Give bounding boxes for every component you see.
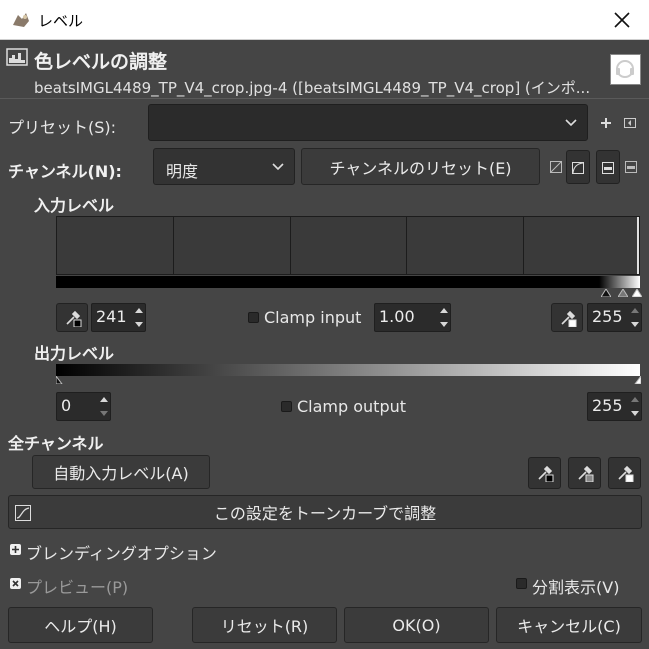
decrement-icon[interactable] [631,410,639,416]
clamp-input-checkbox[interactable] [248,312,259,323]
input-high-handle[interactable] [632,289,642,297]
eyedropper-gray-icon [576,464,594,482]
input-histogram [56,216,640,275]
header-separator [0,98,649,99]
clamp-output-checkbox[interactable] [281,401,292,412]
decrement-icon[interactable] [135,321,143,327]
image-thumbnail [610,54,641,85]
presets-label: プリセット(S): [8,118,117,137]
increment-icon[interactable] [440,308,448,314]
all-channels-heading: 全チャンネル [8,434,104,453]
input-low-value: 241 [96,307,127,326]
pick-black-all-button[interactable] [528,457,561,489]
histogram-alt-view-icon[interactable] [625,161,637,173]
histogram-view-icon [602,162,614,174]
reset-channel-button[interactable]: チャンネルのリセット(E) [301,148,540,185]
image-subtitle: beatsIMGL4489_TP_V4_crop.jpg-4 ([beatsIM… [34,79,591,97]
eyedropper-white-icon [559,309,577,327]
output-high-handle[interactable] [633,376,641,384]
output-high-spin[interactable]: 255 [587,392,642,421]
dialog-title: 色レベルの調整 [34,51,168,73]
input-gradient-bar [56,276,640,288]
input-gamma-value: 1.00 [379,307,415,326]
input-low-handle[interactable] [601,289,611,297]
close-icon[interactable] [612,10,632,30]
output-low-handle[interactable] [56,376,64,384]
split-view-label: 分割表示(V) [532,578,620,597]
pick-gray-all-button[interactable] [568,457,601,489]
increment-icon[interactable] [631,397,639,403]
histogram-icon [6,48,28,66]
gimp-app-icon [10,9,32,31]
increment-icon[interactable] [631,308,639,314]
input-high-value: 255 [592,307,623,326]
split-view-checkbox[interactable] [516,578,527,589]
output-gradient-bar [56,364,640,376]
output-low-spin[interactable]: 0 [56,392,111,421]
channel-combo[interactable]: 明度 [153,148,295,185]
decrement-icon[interactable] [100,410,108,416]
decrement-icon[interactable] [440,321,448,327]
ok-button[interactable]: OK(O) [344,607,489,643]
log-histogram-toggle[interactable] [566,150,590,184]
preview-checkbox[interactable] [10,578,21,589]
blending-options-expander[interactable]: ブレンディングオプション [26,540,217,564]
presets-combo[interactable] [148,104,588,141]
preset-menu-icon[interactable] [624,117,636,129]
chevron-down-icon [565,119,577,127]
edit-as-curves-button[interactable]: この設定をトーンカーブで調整 [8,495,642,529]
pick-white-point-button[interactable] [551,303,583,332]
edit-as-curves-label: この設定をトーンカーブで調整 [213,504,437,523]
input-gamma-spin[interactable]: 1.00 [374,303,451,332]
eyedropper-black-icon [64,309,82,327]
histogram-view-toggle[interactable] [596,150,620,184]
help-button[interactable]: ヘルプ(H) [8,607,153,643]
curves-icon [15,505,31,521]
pick-white-all-button[interactable] [608,457,641,489]
output-levels-heading: 出力レベル [34,344,115,363]
channel-label: チャンネル(N): [8,162,122,181]
output-high-value: 255 [592,396,623,415]
clamp-output-label: Clamp output [297,397,407,416]
expand-plus-icon[interactable] [10,544,21,555]
chevron-down-icon [272,163,284,171]
input-high-spin[interactable]: 255 [587,303,642,332]
increment-icon[interactable] [135,308,143,314]
preview-label: プレビュー(P) [26,578,129,597]
input-levels-heading: 入力レベル [34,196,115,215]
cancel-button[interactable]: キャンセル(C) [496,607,642,643]
eyedropper-white-icon [616,464,634,482]
window-titlebar: レベル [0,0,649,40]
log-histogram-icon [572,162,584,174]
window-title: レベル [38,12,84,30]
input-low-spin[interactable]: 241 [91,303,146,332]
increment-icon[interactable] [100,397,108,403]
pick-black-point-button[interactable] [56,303,88,332]
channel-value: 明度 [166,162,199,181]
reset-button[interactable]: リセット(R) [192,607,337,643]
linear-histogram-icon[interactable] [550,161,562,173]
input-gamma-handle[interactable] [618,289,628,297]
eyedropper-black-icon [536,464,554,482]
clamp-input-label: Clamp input [264,308,362,327]
auto-input-levels-button[interactable]: 自動入力レベル(A) [32,455,210,489]
add-preset-icon[interactable] [600,117,612,129]
decrement-icon[interactable] [631,321,639,327]
output-low-value: 0 [61,396,72,415]
